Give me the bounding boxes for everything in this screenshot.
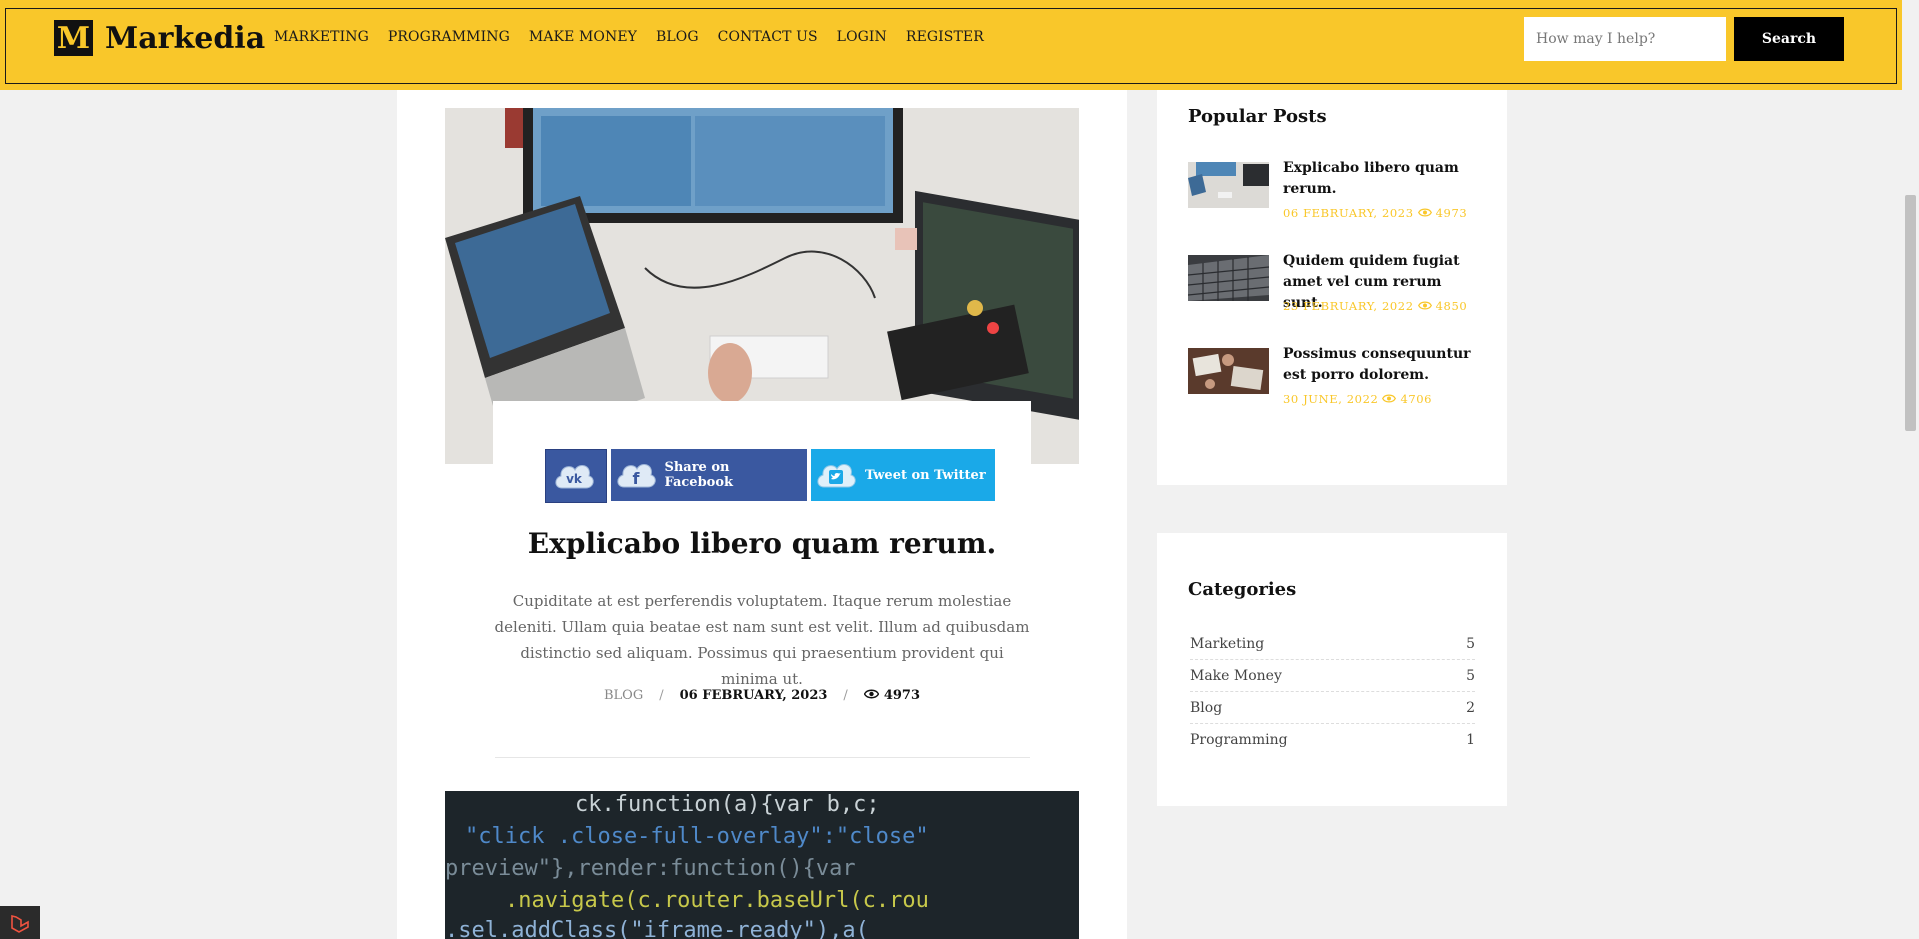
share-vk-button[interactable]: vk (545, 449, 607, 503)
post-excerpt: Cupiditate at est perferendis voluptatem… (494, 592, 1030, 688)
eye-icon (863, 688, 880, 703)
popular-post-date: 23 FEBRUARY, 2022 (1283, 299, 1414, 313)
popular-post-meta: 23 FEBRUARY, 2022 4850 (1283, 299, 1467, 313)
logo-mark: M (54, 20, 93, 56)
twitter-icon (811, 453, 861, 497)
post-divider (495, 757, 1030, 758)
popular-post-title[interactable]: Possimus consequuntur est porro dolorem. (1283, 344, 1483, 386)
popular-post-date: 30 JUNE, 2022 (1283, 392, 1379, 406)
share-facebook-label: Share on Facebook (664, 460, 734, 490)
site-logo[interactable]: M Markedia (54, 20, 265, 56)
post-meta: BLOG / 06 FEBRUARY, 2023 / 4973 (445, 688, 1079, 703)
eye-icon (1417, 206, 1432, 220)
nav-programming[interactable]: PROGRAMMING (388, 29, 510, 45)
share-twitter-button[interactable]: Tweet on Twitter (811, 449, 995, 501)
popular-post-views: 4973 (1435, 206, 1468, 220)
logo-text: Markedia (105, 20, 266, 56)
site-header: M Markedia MARKETING PROGRAMMING MAKE MO… (0, 0, 1902, 90)
svg-text:"click .close-full-overlay":"c: "click .close-full-overlay":"close" (465, 824, 929, 849)
svg-text:.navigate(c.router.baseUrl(c.r: .navigate(c.router.baseUrl(c.rou (505, 888, 929, 913)
popular-post-views: 4706 (1400, 392, 1433, 406)
post-views-count: 4973 (883, 688, 920, 703)
post-image-code[interactable]: ck.function(a){var b,c; "click .close-fu… (445, 791, 1079, 939)
post-views: 4973 (863, 688, 920, 703)
page-scrollbar[interactable] (1902, 0, 1919, 939)
category-item[interactable]: Blog 2 (1190, 692, 1475, 724)
popular-post-thumbnail[interactable] (1187, 255, 1270, 301)
category-item[interactable]: Make Money 5 (1190, 660, 1475, 692)
popular-post-thumbnail[interactable] (1188, 348, 1269, 394)
post-title[interactable]: Explicabo libero quam rerum. (445, 527, 1079, 560)
laravel-debugbar-icon[interactable] (0, 906, 40, 939)
search-button[interactable]: Search (1734, 17, 1844, 61)
categories-heading: Categories (1188, 579, 1297, 600)
popular-post-item[interactable]: Explicabo libero quam rerum. 06 FEBRUARY… (1188, 158, 1488, 228)
svg-text:.sel.addClass("iframe-ready"),: .sel.addClass("iframe-ready"),a( (445, 918, 869, 939)
popular-post-thumbnail[interactable] (1188, 162, 1269, 208)
post-category[interactable]: BLOG (604, 688, 643, 703)
category-count: 1 (1466, 732, 1475, 748)
category-name: Programming (1190, 732, 1288, 748)
category-name: Marketing (1190, 635, 1265, 652)
popular-post-meta: 30 JUNE, 2022 4706 (1283, 392, 1432, 406)
category-name: Blog (1190, 699, 1223, 716)
popular-post-item[interactable]: Quidem quidem fugiat amet vel cum rerum … (1187, 251, 1488, 321)
facebook-icon: f (611, 453, 660, 497)
popular-posts-heading: Popular Posts (1188, 106, 1327, 127)
nav-marketing[interactable]: MARKETING (274, 29, 369, 45)
category-count: 2 (1466, 699, 1475, 716)
category-count: 5 (1466, 667, 1475, 684)
popular-post-title[interactable]: Explicabo libero quam rerum. (1283, 158, 1483, 200)
post-date: 06 FEBRUARY, 2023 (679, 688, 828, 703)
share-twitter-label: Tweet on Twitter (865, 467, 986, 483)
popular-post-meta: 06 FEBRUARY, 2023 4973 (1283, 206, 1467, 220)
svg-text:vk: vk (566, 472, 583, 486)
svg-text:ck.function(a){var b,c;: ck.function(a){var b,c; (575, 792, 880, 817)
svg-text:preview"},render:function(){va: preview"},render:function(){var (445, 856, 856, 881)
eye-icon (1417, 299, 1432, 313)
svg-text:f: f (632, 469, 640, 488)
category-count: 5 (1466, 635, 1475, 652)
category-item[interactable]: Marketing 5 (1190, 628, 1475, 660)
search-input[interactable] (1524, 17, 1726, 61)
category-item[interactable]: Programming 1 (1190, 724, 1475, 756)
meta-separator: / (843, 688, 848, 703)
nav-make-money[interactable]: MAKE MONEY (529, 29, 637, 45)
popular-post-item[interactable]: Possimus consequuntur est porro dolorem.… (1188, 344, 1488, 414)
nav-blog[interactable]: BLOG (656, 29, 699, 45)
nav-register[interactable]: REGISTER (906, 29, 984, 45)
nav-contact-us[interactable]: CONTACT US (718, 29, 818, 45)
share-facebook-button[interactable]: f Share on Facebook (611, 449, 807, 501)
vk-icon: vk (549, 454, 599, 498)
category-name: Make Money (1190, 667, 1282, 684)
meta-separator: / (659, 688, 664, 703)
popular-post-date: 06 FEBRUARY, 2023 (1283, 206, 1414, 220)
scrollbar-thumb[interactable] (1905, 195, 1916, 431)
main-nav: MARKETING PROGRAMMING MAKE MONEY BLOG CO… (274, 29, 1003, 45)
share-buttons: vk f Share on Facebook Tweet on Twitter (545, 449, 995, 503)
eye-icon (1382, 392, 1397, 406)
nav-login[interactable]: LOGIN (837, 29, 887, 45)
popular-post-views: 4850 (1435, 299, 1468, 313)
